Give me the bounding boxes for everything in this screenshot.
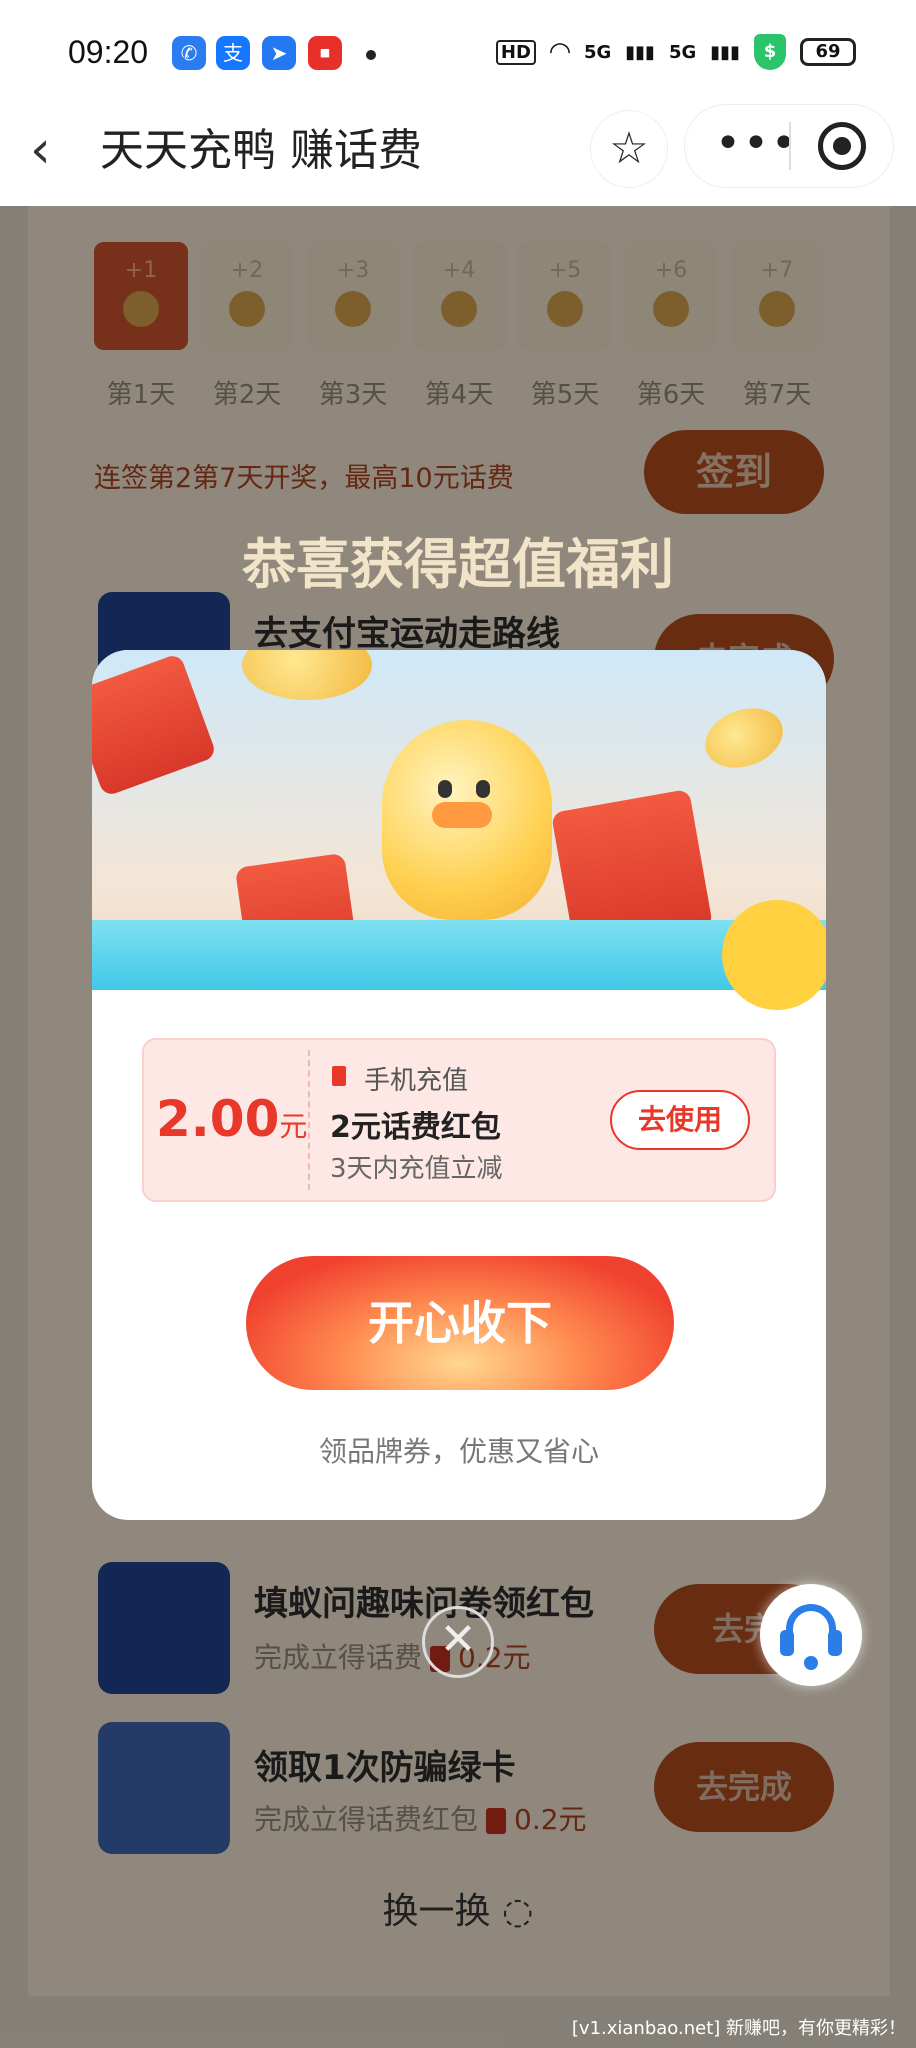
favorite-star-icon[interactable]: ☆ bbox=[590, 110, 668, 188]
back-icon[interactable]: ‹ bbox=[30, 120, 51, 180]
water-wave bbox=[92, 920, 826, 990]
shield-icon: $ bbox=[754, 34, 786, 70]
signal-icon-2: ▮▮▮ bbox=[710, 41, 740, 63]
signal-5g-icon-2: 5G bbox=[668, 41, 697, 63]
signal-icon: ▮▮▮ bbox=[625, 41, 655, 63]
modal-note: 领品牌券，优惠又省心 bbox=[318, 1435, 599, 1468]
coupon-desc: 3天内充值立减 bbox=[330, 1154, 503, 1184]
reward-modal: 2.00元 手机充值 2元话费红包 3天内充值立减 去使用 开心收下 领品牌券，… bbox=[92, 650, 826, 1520]
notification-dot-icon bbox=[366, 50, 376, 60]
capsule-divider bbox=[789, 122, 791, 170]
duck-eye bbox=[438, 780, 452, 798]
signal-5g-icon: 5G bbox=[583, 41, 612, 63]
more-icon[interactable]: ••• bbox=[715, 118, 799, 169]
close-miniprogram-icon[interactable] bbox=[818, 122, 866, 170]
coupon-amount: 2.00元 bbox=[156, 1090, 307, 1148]
coupon-name: 2元话费红包 bbox=[330, 1110, 501, 1145]
amount-value: 2.00 bbox=[156, 1090, 280, 1148]
smiley-icon bbox=[722, 900, 826, 1010]
battery-icon: 69 bbox=[800, 38, 856, 66]
direction-app-icon: ➤ bbox=[262, 36, 296, 70]
news-app-icon: ■ bbox=[308, 36, 342, 70]
duck-beak bbox=[432, 802, 492, 828]
status-time: 09:20 bbox=[68, 34, 149, 70]
amount-unit: 元 bbox=[279, 1110, 308, 1143]
status-indicators: HD ◠ 5G ▮▮▮ 5G ▮▮▮ $ 69 bbox=[495, 34, 856, 70]
headset-ear-icon bbox=[828, 1630, 842, 1656]
accept-button[interactable]: 开心收下 bbox=[246, 1256, 674, 1390]
use-coupon-button[interactable]: 去使用 bbox=[610, 1090, 750, 1150]
alipay-icon: 支 bbox=[216, 36, 250, 70]
duck-eye bbox=[476, 780, 490, 798]
headset-ear-icon bbox=[780, 1630, 794, 1656]
close-icon[interactable]: ✕ bbox=[422, 1606, 494, 1678]
hd-icon: HD bbox=[495, 39, 536, 65]
coupon-category: 手机充值 bbox=[364, 1066, 469, 1096]
phone-icon bbox=[332, 1066, 346, 1086]
congrats-title: 恭喜获得超值福利 bbox=[242, 533, 674, 596]
headset-mic-icon bbox=[804, 1656, 818, 1670]
wifi-icon: ◠ bbox=[549, 37, 570, 67]
coupon-divider bbox=[308, 1050, 310, 1190]
phone-app-icon: ✆ bbox=[172, 36, 206, 70]
watermark: [v1.xianbao.net] 新赚吧，有你更精彩！ bbox=[571, 2018, 906, 2039]
page-title: 天天充鸭 赚话费 bbox=[100, 125, 422, 176]
